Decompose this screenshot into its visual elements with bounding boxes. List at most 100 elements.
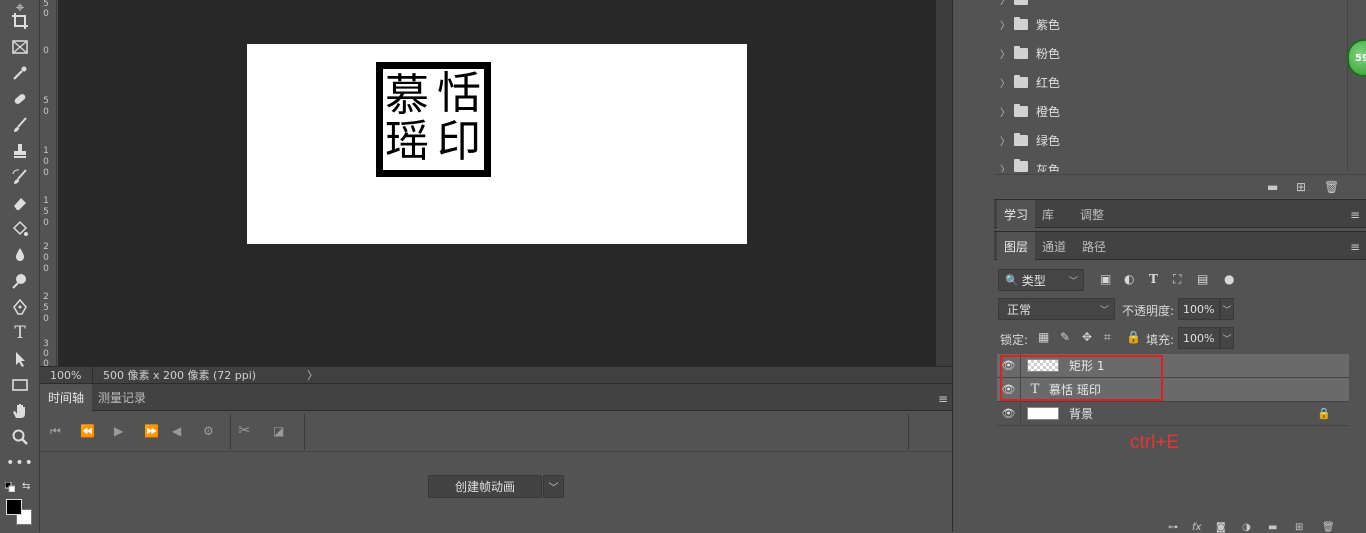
healing-brush-icon[interactable] (7, 88, 33, 110)
canvas-vertical-scrollbar[interactable] (935, 0, 952, 382)
adjustment-filter-icon[interactable]: ◐ (1124, 272, 1134, 286)
link-layers-icon[interactable]: ⊶ (1168, 522, 1178, 533)
layer-filter-select[interactable]: 🔍 类型 ﹀ (998, 269, 1084, 291)
new-group-folder-icon[interactable]: ▬ (1267, 180, 1278, 194)
lock-icon[interactable]: 🔒 (1317, 407, 1331, 420)
panel-menu-icon[interactable]: ≡ (938, 392, 948, 406)
play-icon[interactable]: ▶ (114, 424, 123, 438)
swatch-folder-row[interactable]: 〉 粉色 (994, 39, 1349, 68)
status-bar: 100% 500 像素 x 200 像素 (72 ppi) 〉 (40, 366, 952, 383)
transition-icon[interactable]: ◪ (273, 424, 284, 438)
new-layer-icon[interactable]: ⊞ (1295, 522, 1303, 533)
lock-pixels-brush-icon[interactable]: ✎ (1060, 330, 1070, 344)
lock-artboard-icon[interactable]: ⌗ (1104, 330, 1111, 345)
swatch-folder-row[interactable]: 〉 灰色 (994, 155, 1349, 172)
ruler-label: 2 (43, 292, 49, 302)
next-frame-icon[interactable]: ⏩ (144, 424, 159, 438)
tab-layers[interactable]: 图层 (997, 232, 1036, 260)
chevron-right-icon[interactable]: 〉 (994, 46, 1014, 61)
add-mask-icon[interactable]: ◙ (1216, 522, 1226, 533)
lock-all-icon[interactable]: 🔒 (1126, 330, 1141, 344)
chevron-down-icon[interactable]: ﹀ (1220, 298, 1234, 320)
smart-object-filter-icon[interactable]: ▤ (1197, 272, 1208, 286)
tab-channels[interactable]: 通道 (1035, 232, 1073, 260)
hand-tool-icon[interactable] (7, 400, 33, 422)
chevron-right-icon[interactable]: 〉 (994, 104, 1014, 119)
trash-icon[interactable]: 🗑 (1322, 522, 1335, 533)
zoom-tool-icon[interactable] (7, 426, 33, 448)
dodge-tool-icon[interactable] (7, 270, 33, 292)
eraser-icon[interactable] (7, 192, 33, 214)
create-frame-animation-button[interactable]: 创建帧动画 (428, 475, 542, 498)
ruler-label: 0 (43, 253, 49, 263)
chevron-right-icon[interactable]: 〉 (994, 75, 1014, 90)
panel-menu-icon[interactable]: ≡ (1350, 208, 1360, 222)
lock-transparency-icon[interactable]: ▦ (1038, 330, 1049, 344)
blend-mode-select[interactable]: 正常 ﹀ (998, 298, 1115, 320)
tab-learn[interactable]: 学习 (997, 200, 1036, 228)
tab-paths[interactable]: 路径 (1075, 232, 1113, 260)
visibility-eye-icon[interactable]: 👁 (997, 402, 1021, 425)
new-swatch-icon[interactable]: ⊞ (1296, 180, 1306, 194)
layer-row-background[interactable]: 👁 背景 🔒 (997, 402, 1349, 426)
folder-label: 紫色 (1036, 18, 1061, 32)
more-tools-icon[interactable]: ••• (6, 452, 33, 474)
zoom-level-field[interactable]: 100% (40, 367, 93, 383)
split-scissors-icon[interactable]: ✂ (238, 421, 251, 439)
chevron-down-icon[interactable]: ﹀ (543, 475, 564, 498)
chevron-right-icon[interactable]: 〉 (994, 0, 1014, 7)
panel-menu-icon[interactable]: ≡ (1350, 240, 1360, 254)
folder-icon (1014, 159, 1028, 172)
swatch-folder-row[interactable]: 〉 紫色 (994, 10, 1349, 39)
chevron-right-icon[interactable]: 〉 (994, 161, 1014, 172)
trash-icon[interactable]: 🗑 (1324, 180, 1339, 194)
vertical-ruler[interactable]: 5 0 0 5 0 1 0 0 1 5 0 2 0 0 2 5 0 3 0 0 (40, 0, 57, 369)
first-frame-icon[interactable]: ⏮ (50, 424, 61, 439)
adjustment-layer-icon[interactable]: ◑ (1242, 522, 1251, 533)
brush-tool-icon[interactable] (7, 114, 33, 136)
status-menu-arrow-icon[interactable]: 〉 (307, 367, 318, 383)
lock-position-move-icon[interactable]: ✥ (1082, 330, 1092, 344)
clone-stamp-icon[interactable] (7, 140, 33, 162)
opacity-field[interactable]: 100% (1178, 298, 1220, 320)
ruler-label: 0 (43, 9, 49, 19)
chevron-down-icon[interactable]: ﹀ (1220, 327, 1234, 349)
folder-icon (1014, 104, 1028, 117)
swatch-folder-row[interactable]: 〉 橙色 (994, 97, 1349, 126)
fill-field[interactable]: 100% (1178, 327, 1220, 349)
foreground-color-swatch[interactable] (6, 499, 22, 515)
folder-icon (1014, 133, 1028, 146)
type-filter-icon[interactable]: T (1149, 272, 1158, 286)
chevron-right-icon[interactable]: 〉 (994, 133, 1014, 148)
path-selection-icon[interactable] (7, 348, 33, 370)
fx-icon[interactable]: fx (1192, 522, 1201, 533)
rectangle-tool-icon[interactable] (7, 374, 33, 396)
settings-gear-icon[interactable]: ⚙ (203, 424, 214, 438)
chevron-right-icon[interactable]: 〉 (994, 17, 1014, 32)
swap-colors-icon[interactable]: ⇆ (22, 481, 30, 492)
tab-measurement-log[interactable]: 测量记录 (90, 384, 154, 411)
tab-library[interactable]: 库 (1035, 200, 1061, 228)
filter-toggle-icon[interactable]: ● (1224, 272, 1234, 286)
swatch-folder-row[interactable]: 〉 绿色 (994, 126, 1349, 155)
tab-timeline[interactable]: 时间轴 (40, 384, 93, 411)
shape-filter-icon[interactable]: ⛶ (1173, 272, 1181, 287)
pen-tool-icon[interactable] (7, 296, 33, 318)
swatch-folder-row[interactable]: 〉 红色 (994, 68, 1349, 97)
frame-tool-icon[interactable] (7, 36, 33, 58)
document-canvas[interactable] (247, 44, 747, 244)
default-colors-icon[interactable] (4, 481, 16, 493)
blur-tool-icon[interactable] (7, 244, 33, 266)
new-group-icon[interactable]: ▬ (1268, 522, 1277, 533)
eyedropper-icon[interactable] (7, 62, 33, 84)
paint-bucket-icon[interactable] (7, 218, 33, 240)
swatches-scrollbar[interactable] (1347, 0, 1348, 172)
audio-icon[interactable]: ◀ (172, 424, 181, 438)
layers-tabbar: 图层 通道 路径 ≡ (994, 231, 1366, 260)
type-tool-icon[interactable]: T (7, 322, 33, 344)
previous-frame-icon[interactable]: ⏪ (80, 424, 95, 438)
crop-tool-icon[interactable] (7, 10, 33, 32)
tab-adjustments[interactable]: 调整 (1073, 200, 1111, 228)
history-brush-icon[interactable] (7, 166, 33, 188)
pixel-filter-icon[interactable]: ▣ (1100, 272, 1111, 286)
